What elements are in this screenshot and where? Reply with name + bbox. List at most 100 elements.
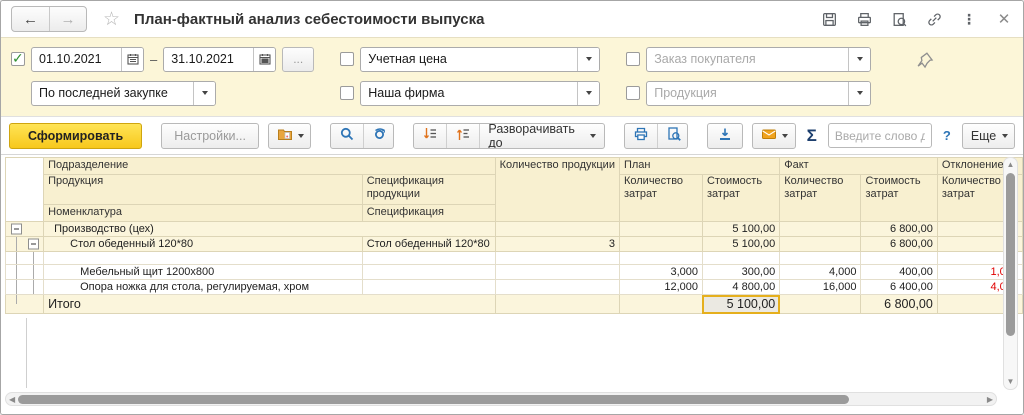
print-preview-button[interactable] [657,123,687,148]
header-nomenclature[interactable]: Номенклатура [43,204,363,222]
fact-cost-cell[interactable]: 400,00 [860,264,938,280]
scroll-left-icon[interactable]: ◀ [9,395,15,404]
header-department[interactable]: Подразделение [43,157,496,175]
header-spec[interactable]: Спецификация [361,204,496,222]
period-from-value[interactable]: 01.10.2021 [32,52,121,66]
plan-qty-cell[interactable]: 3,000 [618,264,703,280]
spec-cell[interactable]: Стол обеденный 120*80 [361,236,496,252]
qty-cell[interactable] [494,264,620,280]
fact-qty-cell[interactable]: 4,000 [779,264,862,280]
customer-order-select[interactable]: Заказ покупателя [646,46,872,72]
plan-qty-cell[interactable] [618,251,703,265]
qty-cell[interactable] [494,279,620,295]
product-select[interactable]: Продукция [646,80,872,106]
name-cell[interactable]: Мебельный щит 1200x800 [43,264,363,280]
price-type-select[interactable]: Учетная цена [360,46,601,72]
header-product[interactable]: Продукция [43,174,363,205]
calendar-icon[interactable] [121,47,143,71]
period-checkbox[interactable] [11,50,25,67]
horizontal-scrollbar[interactable]: ◀ ▶ [5,392,997,406]
firm-value[interactable]: Наша фирма [361,86,577,100]
pin-icon[interactable] [915,50,935,106]
spec-cell[interactable] [361,251,496,265]
preview-icon[interactable] [890,10,908,28]
vertical-scroll-thumb[interactable] [1006,173,1015,337]
header-fact-cost-qty[interactable]: Количество затрат [779,174,862,222]
price-type-checkbox[interactable] [340,52,355,66]
fact-cost-cell[interactable]: 6 400,00 [860,279,938,295]
group-name-cell[interactable]: Стол обеденный 120*80 [43,236,363,252]
price-basis-select[interactable]: По последней закупке [31,80,216,106]
collapse-expander-icon[interactable] [28,238,39,250]
spec-cell[interactable] [361,279,496,295]
fact-qty-cell[interactable] [779,236,862,252]
search-next-button[interactable] [363,123,393,148]
plan-qty-cell[interactable] [618,294,703,314]
chevron-down-icon[interactable] [848,47,871,71]
plan-cost-cell[interactable]: 5 100,00 [701,221,781,237]
chevron-down-icon[interactable] [193,81,215,105]
customer-order-checkbox[interactable] [626,52,641,66]
collapse-expander-icon[interactable] [11,223,22,235]
header-plan-cost-amount[interactable]: Стоимость затрат [701,174,781,222]
qty-cell[interactable] [494,294,620,314]
back-button[interactable]: ← [12,7,49,31]
more-button[interactable]: Еще [961,122,1015,149]
help-link[interactable]: ? [941,128,953,143]
horizontal-scroll-thumb[interactable] [18,394,849,404]
fact-qty-cell[interactable] [779,251,862,265]
name-cell[interactable] [43,251,363,265]
search-button[interactable] [331,124,363,148]
name-cell[interactable]: Опора ножка для стола, регулируемая, хро… [43,279,363,295]
group-name-cell[interactable]: Производство (цех) [43,221,496,237]
report-variants-button[interactable] [267,122,312,149]
plan-cost-cell[interactable]: 5 100,00 [701,236,781,252]
qty-cell[interactable] [494,251,620,265]
chevron-down-icon[interactable] [577,81,600,105]
product-placeholder[interactable]: Продукция [647,86,848,100]
fact-cost-total-cell[interactable]: 6 800,00 [860,294,938,314]
product-checkbox[interactable] [626,86,641,100]
period-from-field[interactable]: 01.10.2021 [31,46,144,72]
download-button[interactable] [707,122,744,149]
scroll-up-icon[interactable]: ▲ [1007,160,1015,170]
plan-cost-cell[interactable]: 4 800,00 [701,279,781,295]
header-plan-cost-qty[interactable]: Количество затрат [618,174,703,222]
save-icon[interactable] [820,10,838,28]
header-fact[interactable]: Факт [779,157,938,175]
settings-button[interactable]: Настройки... [161,122,259,149]
selected-cell-plan-cost-total[interactable]: 5 100,00 [701,294,781,314]
plan-cost-cell[interactable]: 300,00 [701,264,781,280]
total-label-cell[interactable]: Итого [43,294,496,314]
header-product-qty[interactable]: Количество продукции [494,157,620,222]
collapse-rows-button[interactable] [446,123,479,148]
header-product-spec[interactable]: Спецификация продукции [361,174,496,205]
plan-cost-cell[interactable] [701,251,781,265]
print-report-button[interactable] [625,124,657,148]
period-to-value[interactable]: 31.10.2021 [164,52,253,66]
fact-cost-cell[interactable]: 6 800,00 [860,236,938,252]
forward-button[interactable]: → [49,7,86,31]
plan-qty-cell[interactable]: 12,000 [618,279,703,295]
print-icon[interactable] [855,10,873,28]
expand-rows-button[interactable] [414,124,446,148]
fact-qty-cell[interactable] [779,294,862,314]
header-fact-cost-amount[interactable]: Стоимость затрат [860,174,938,222]
fact-cost-cell[interactable] [860,251,938,265]
fact-qty-cell[interactable] [779,221,862,237]
chevron-down-icon[interactable] [577,47,600,71]
firm-select[interactable]: Наша фирма [360,80,601,106]
price-type-value[interactable]: Учетная цена [361,52,577,66]
favorite-star-icon[interactable]: ☆ [103,8,120,31]
qty-cell[interactable] [494,221,620,237]
close-icon[interactable]: ✕ [995,10,1013,28]
quick-search-input[interactable] [827,123,932,148]
customer-order-placeholder[interactable]: Заказ покупателя [647,52,848,66]
calendar-icon[interactable] [253,47,276,71]
sum-sigma-icon[interactable]: Σ [805,126,819,146]
spec-cell[interactable] [361,264,496,280]
plan-qty-cell[interactable] [618,221,703,237]
period-more-button[interactable]: ... [282,46,315,72]
expand-to-button[interactable]: Разворачивать до [479,123,604,148]
fact-cost-cell[interactable]: 6 800,00 [860,221,938,237]
